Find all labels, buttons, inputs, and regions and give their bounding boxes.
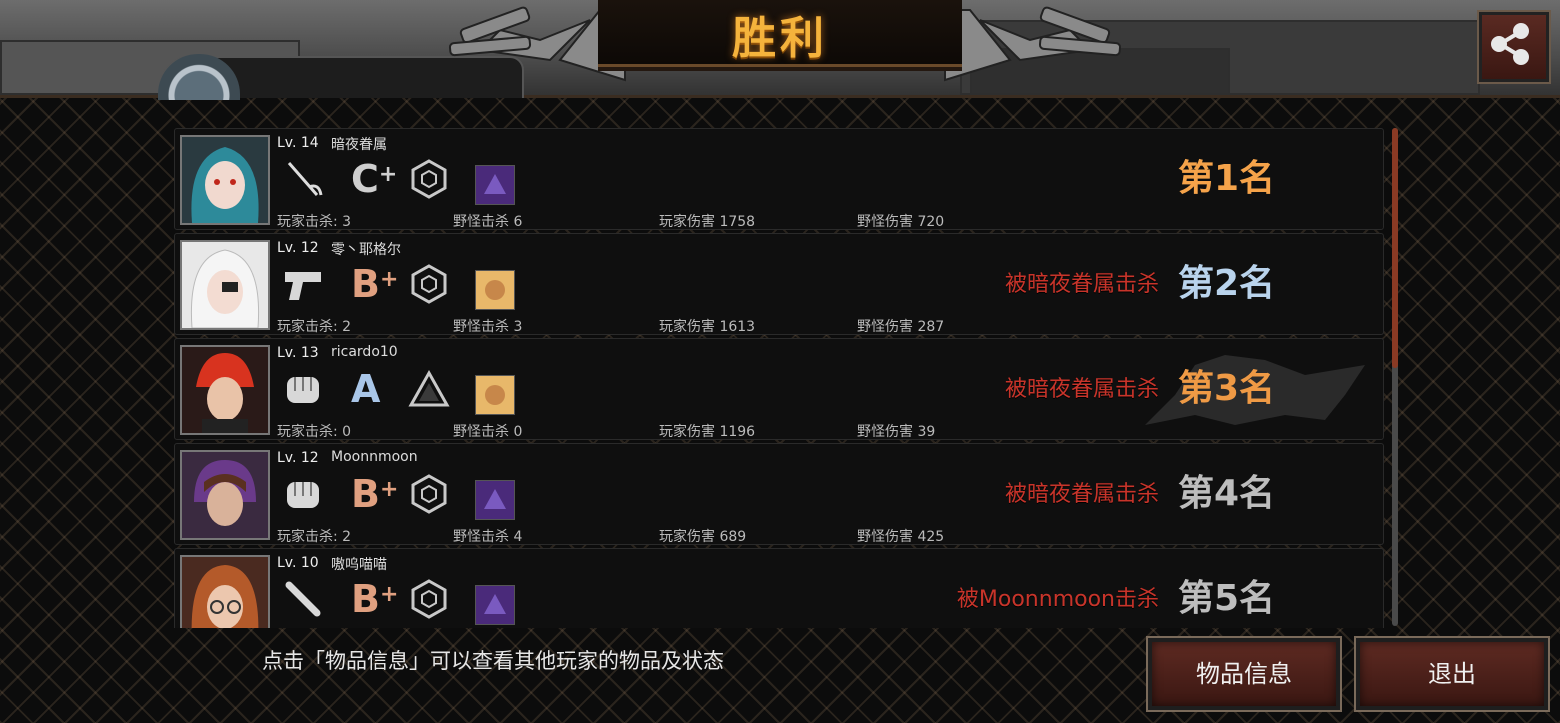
monster-kills: 野怪击杀 6 (453, 214, 523, 230)
grade-badge: B+ (351, 262, 399, 306)
player-portrait (180, 345, 270, 435)
monster-kills: 野怪击杀 0 (453, 424, 523, 440)
monster-damage: 野怪伤害 39 (857, 424, 936, 440)
player-row: Lv. 12 Moonnmoon B+ 玩家击杀: 2 野怪击杀 4 玩家伤害 … (174, 443, 1384, 545)
player-name: ricardo10 (331, 344, 398, 360)
player-row: Lv. 10 嗷呜喵喵 B+ 被Moonnmoon击杀 第5名 (174, 548, 1384, 628)
rank-label: 第2名 (1177, 263, 1275, 304)
right-wing-guns-icon (944, 6, 1122, 82)
rank-label: 第5名 (1177, 578, 1275, 619)
player-name: 零丶耶格尔 (331, 242, 401, 258)
player-kills: 玩家击杀: 2 (277, 319, 352, 335)
rank-label: 第4名 (1177, 473, 1275, 514)
baseball-bat-icon (285, 581, 321, 617)
fist-icon (287, 482, 319, 508)
killed-by-text: 被Moonnmoon击杀 (956, 587, 1159, 612)
player-level: Lv. 10 (277, 555, 319, 571)
player-level: Lv. 14 (277, 135, 319, 151)
monster-damage: 野怪伤害 720 (857, 214, 945, 230)
player-level: Lv. 12 (277, 450, 319, 466)
rank-label: 第3名 (1177, 368, 1275, 409)
portrait-red-hair-icon (182, 347, 268, 433)
player-damage: 玩家伤害 689 (659, 529, 747, 545)
victory-title: 胜利 (732, 13, 828, 64)
player-portrait (180, 555, 270, 628)
portrait-headphones-icon (182, 452, 268, 538)
monster-kills: 野怪击杀 3 (453, 319, 523, 335)
player-name: Moonnmoon (331, 449, 418, 465)
hexagon-emblem-icon (411, 159, 447, 199)
portrait-glasses-icon (182, 557, 268, 628)
player-kills: 玩家击杀: 3 (277, 214, 352, 230)
exit-button[interactable]: 退出 (1356, 638, 1548, 710)
monster-kills: 野怪击杀 4 (453, 529, 523, 545)
player-portrait (180, 135, 270, 225)
fist-icon (287, 377, 319, 403)
monster-damage: 野怪伤害 425 (857, 529, 945, 545)
list-scrollbar[interactable] (1392, 128, 1398, 626)
hint-text: 点击「物品信息」可以查看其他玩家的物品及状态 (262, 649, 724, 673)
purple-armor-icon (475, 585, 515, 625)
player-damage: 玩家伤害 1613 (659, 319, 756, 335)
player-kills: 玩家击杀: 0 (277, 424, 352, 440)
share-button[interactable] (1479, 12, 1549, 82)
rapier-icon (287, 162, 323, 196)
player-kills: 玩家击杀: 2 (277, 529, 352, 545)
grade-badge: A (351, 367, 381, 411)
hexagon-emblem-icon (411, 474, 447, 514)
pistol-icon (285, 272, 321, 300)
triangle-emblem-icon (408, 369, 450, 407)
player-ranking-list[interactable]: Lv. 14 暗夜眷属 C+ 玩家击杀: 3 野怪击杀 6 玩家伤害 1758 … (174, 126, 1384, 628)
player-name: 嗷呜喵喵 (331, 557, 387, 573)
grade-badge: C+ (351, 157, 398, 201)
player-level: Lv. 12 (277, 240, 319, 256)
share-icon (1491, 23, 1529, 65)
player-portrait (180, 240, 270, 330)
player-name: 暗夜眷属 (331, 137, 387, 153)
player-damage: 玩家伤害 1758 (659, 214, 756, 230)
hexagon-emblem-icon (411, 579, 447, 619)
killed-by-text: 被暗夜眷属击杀 (1004, 377, 1159, 402)
player-row: Lv. 12 零丶耶格尔 B+ 玩家击杀: 2 野怪击杀 3 玩家伤害 1613… (174, 233, 1384, 335)
scrollbar-thumb[interactable] (1392, 128, 1398, 368)
player-row: Lv. 13 ricardo10 A 玩家击杀: 0 野怪击杀 0 玩家伤害 1… (174, 338, 1384, 440)
player-portrait (180, 450, 270, 540)
grade-badge: B+ (351, 577, 399, 621)
portrait-teal-hair-icon (182, 137, 268, 223)
gold-item-icon (475, 375, 515, 415)
killed-by-text: 被暗夜眷属击杀 (1004, 482, 1159, 507)
purple-armor-icon (475, 165, 515, 205)
item-info-button[interactable]: 物品信息 (1148, 638, 1340, 710)
gold-item-icon (475, 270, 515, 310)
grade-badge: B+ (351, 472, 399, 516)
rank-label: 第1名 (1177, 158, 1275, 199)
player-level: Lv. 13 (277, 345, 319, 361)
portrait-white-hair-icon (182, 242, 268, 328)
monster-damage: 野怪伤害 287 (857, 319, 945, 335)
hexagon-emblem-icon (411, 264, 447, 304)
player-damage: 玩家伤害 1196 (659, 424, 756, 440)
player-row: Lv. 14 暗夜眷属 C+ 玩家击杀: 3 野怪击杀 6 玩家伤害 1758 … (174, 128, 1384, 230)
killed-by-text: 被暗夜眷属击杀 (1004, 272, 1159, 297)
victory-banner: 胜利 (598, 0, 962, 67)
purple-armor-icon (475, 480, 515, 520)
